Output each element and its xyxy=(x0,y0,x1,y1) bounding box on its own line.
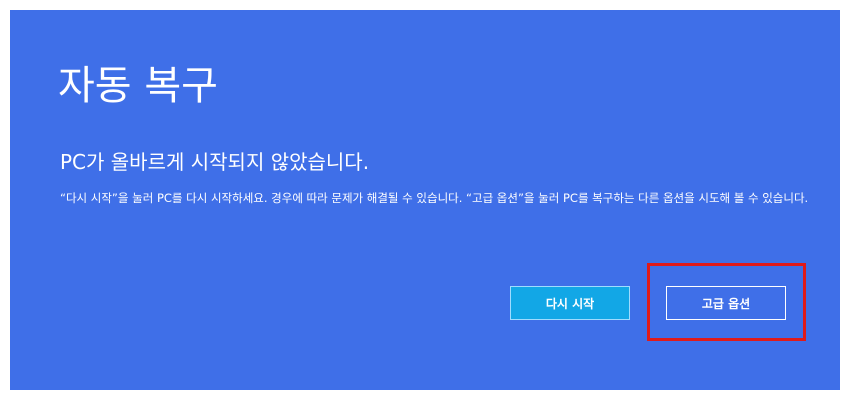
page-subtitle: PC가 올바르게 시작되지 않았습니다. xyxy=(60,150,370,174)
recovery-screen: 자동 복구 PC가 올바르게 시작되지 않았습니다. “다시 시작”을 눌러 P… xyxy=(10,10,840,390)
restart-button[interactable]: 다시 시작 xyxy=(510,286,630,320)
advanced-options-button[interactable]: 고급 옵션 xyxy=(666,286,786,320)
page-title: 자동 복구 xyxy=(58,63,218,109)
description-text: “다시 시작”을 눌러 PC를 다시 시작하세요. 경우에 따라 문제가 해결될… xyxy=(60,191,809,205)
